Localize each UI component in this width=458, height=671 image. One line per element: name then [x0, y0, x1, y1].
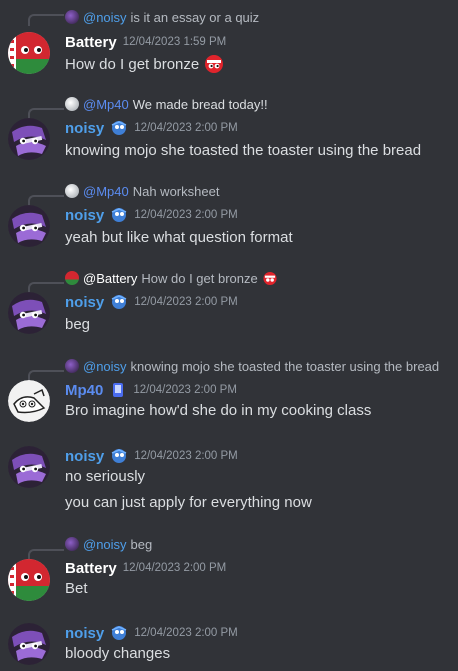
timestamp: 12/04/2023 2:00 PM	[134, 450, 238, 462]
message-text: you can just apply for everything now	[65, 494, 312, 511]
reply-preview[interactable]: @noisy knowing mojo she toasted the toas…	[65, 357, 439, 375]
battery-avatar-icon[interactable]	[8, 559, 50, 601]
message-item: noisy 12/04/2023 2:00 PM bloody changes	[0, 623, 458, 671]
timestamp: 12/04/2023 2:00 PM	[134, 296, 238, 308]
message-item: @noisy knowing mojo she toasted the toas…	[0, 356, 458, 436]
author-name[interactable]: noisy	[65, 625, 104, 642]
reply-text: Nah worksheet	[132, 183, 220, 199]
message-text: bloody changes	[65, 645, 171, 662]
noisy-badge-icon	[110, 294, 128, 310]
noisy-mini-avatar-icon	[65, 10, 79, 24]
timestamp: 12/04/2023 1:59 PM	[122, 36, 227, 48]
message-header: noisy 12/04/2023 2:00 PM	[65, 292, 238, 312]
noisy-badge-icon	[110, 448, 128, 464]
timestamp: 12/04/2023 2:00 PM	[134, 627, 238, 639]
message-header: noisy 12/04/2023 2:00 PM	[65, 623, 238, 643]
reply-author[interactable]: @noisy	[83, 537, 127, 552]
message-item: @Battery How do I get bronze noisy 12/04…	[0, 268, 458, 348]
bronze-countryball-emoji-icon	[203, 54, 225, 74]
message-item: @Mp40 Nah worksheet noisy 12/04/2023 2:0…	[0, 181, 458, 261]
message-header: Mp40 12/04/2023 2:00 PM	[65, 380, 237, 400]
message-text: no seriously	[65, 468, 146, 485]
reply-text: is it an essay or a quiz	[130, 9, 260, 25]
reply-text: beg	[130, 536, 153, 552]
message-text: beg	[65, 316, 91, 333]
battery-mini-avatar-icon	[65, 271, 79, 285]
noisy-mini-avatar-icon	[65, 359, 79, 373]
noisy-badge-icon	[110, 120, 128, 136]
battery-avatar-icon[interactable]	[8, 32, 50, 74]
noisy-mini-avatar-icon	[65, 537, 79, 551]
noisy-badge-icon	[110, 625, 128, 641]
message-text: How do I get bronze	[65, 55, 200, 73]
message-header: Battery 12/04/2023 2:00 PM	[65, 558, 226, 578]
message-item: @noisy is it an essay or a quiz Battery …	[0, 0, 458, 86]
message-item: noisy 12/04/2023 2:00 PM no seriously yo…	[0, 446, 458, 522]
timestamp: 12/04/2023 2:00 PM	[134, 209, 238, 221]
noisy-avatar-icon[interactable]	[8, 446, 50, 488]
timestamp: 12/04/2023 2:00 PM	[133, 384, 237, 396]
message-line: How do I get bronze	[65, 54, 225, 74]
reply-spine	[28, 14, 64, 26]
author-name[interactable]: noisy	[65, 448, 104, 465]
author-name[interactable]: noisy	[65, 294, 104, 311]
timestamp: 12/04/2023 2:00 PM	[134, 122, 238, 134]
noisy-avatar-icon[interactable]	[8, 118, 50, 160]
noisy-badge-icon	[110, 207, 128, 223]
noisy-avatar-icon[interactable]	[8, 205, 50, 247]
reply-text: We made bread today!!	[132, 96, 268, 112]
reply-author[interactable]: @noisy	[83, 10, 127, 25]
message-text: yeah but like what question format	[65, 229, 293, 246]
author-name[interactable]: noisy	[65, 120, 104, 137]
mp40-badge-icon	[109, 382, 127, 398]
noisy-avatar-icon[interactable]	[8, 292, 50, 334]
author-name[interactable]: Battery	[65, 560, 117, 577]
mp40-avatar-icon[interactable]	[8, 380, 50, 422]
message-item: @Mp40 We made bread today!! noisy 12/04/…	[0, 94, 458, 174]
reply-text-wrap: How do I get bronze	[141, 271, 277, 286]
reply-author[interactable]: @Battery	[83, 271, 137, 286]
message-header: noisy 12/04/2023 2:00 PM	[65, 205, 238, 225]
message-text: knowing mojo she toasted the toaster usi…	[65, 142, 422, 159]
message-text: Bro imagine how'd she do in my cooking c…	[65, 402, 372, 419]
mp40-mini-avatar-icon	[65, 97, 79, 111]
reply-author[interactable]: @noisy	[83, 359, 127, 374]
message-header: Battery 12/04/2023 1:59 PM	[65, 32, 226, 52]
reply-preview[interactable]: @Mp40 Nah worksheet	[65, 182, 219, 200]
message-header: noisy 12/04/2023 2:00 PM	[65, 118, 238, 138]
reply-text: How do I get bronze	[141, 270, 258, 286]
mp40-mini-avatar-icon	[65, 184, 79, 198]
author-name[interactable]: Battery	[65, 34, 117, 51]
message-item: @noisy beg Battery 12/04/2023 2:00 PM Be…	[0, 535, 458, 615]
reply-preview[interactable]: @noisy beg	[65, 535, 152, 553]
message-text: Bet	[65, 580, 88, 597]
reply-author[interactable]: @Mp40	[83, 97, 129, 112]
reply-preview[interactable]: @Battery How do I get bronze	[65, 269, 278, 287]
message-header: noisy 12/04/2023 2:00 PM	[65, 446, 238, 466]
timestamp: 12/04/2023 2:00 PM	[122, 562, 227, 574]
bronze-countryball-emoji-icon	[263, 271, 277, 285]
reply-text: knowing mojo she toasted the toaster usi…	[130, 358, 440, 374]
reply-author[interactable]: @Mp40	[83, 184, 129, 199]
author-name[interactable]: Mp40	[65, 382, 103, 399]
author-name[interactable]: noisy	[65, 207, 104, 224]
reply-preview[interactable]: @noisy is it an essay or a quiz	[65, 8, 259, 26]
noisy-avatar-icon[interactable]	[8, 623, 50, 665]
reply-preview[interactable]: @Mp40 We made bread today!!	[65, 95, 268, 113]
